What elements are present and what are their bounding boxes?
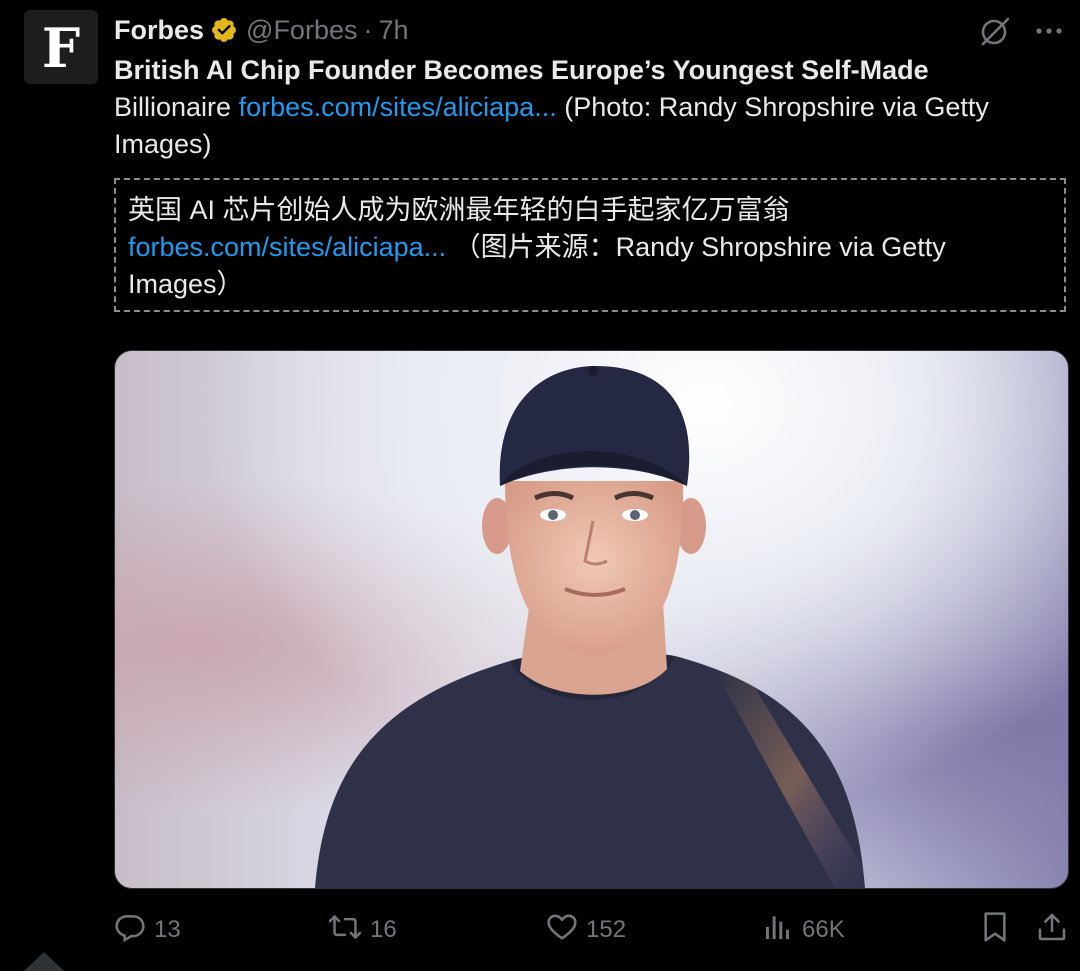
repost-button[interactable]: 16 <box>328 911 397 950</box>
tweet-link[interactable]: forbes.com/sites/aliciapa... <box>239 92 557 122</box>
more-horizontal-icon[interactable] <box>1034 16 1064 46</box>
handle[interactable]: @Forbes <box>246 15 357 46</box>
tweet-header: Forbes @Forbes · 7h <box>114 12 409 48</box>
translation-link[interactable]: forbes.com/sites/aliciapa... <box>128 232 446 262</box>
avatar[interactable]: F <box>24 10 98 84</box>
like-button[interactable]: 152 <box>546 911 626 950</box>
separator-dot: · <box>363 14 373 45</box>
heart-icon <box>546 911 578 950</box>
display-name[interactable]: Forbes <box>114 15 204 46</box>
bookmark-button[interactable] <box>980 911 1010 950</box>
views-count: 66K <box>802 916 845 943</box>
grok-icon[interactable] <box>978 14 1012 48</box>
like-count: 152 <box>586 916 627 943</box>
translation-box: 英国 AI 芯片创始人成为欧洲最年轻的白手起家亿万富翁 forbes.com/s… <box>114 178 1066 312</box>
tweet-photo[interactable] <box>114 350 1069 889</box>
reply-count: 13 <box>154 916 181 943</box>
tweet-text-part: Billionaire <box>114 92 239 122</box>
tweet-text: British AI Chip Founder Becomes Europe’s… <box>114 52 1054 163</box>
repost-icon <box>328 911 362 950</box>
views-chart-icon <box>762 911 794 950</box>
share-button[interactable] <box>1036 911 1068 950</box>
verified-badge-icon <box>210 16 238 44</box>
avatar-letter: F <box>41 16 81 80</box>
caret-up-icon <box>24 952 64 971</box>
bookmark-icon <box>980 911 1010 950</box>
tweet: F Forbes @Forbes · 7h British AI Chip Fo… <box>0 0 1080 971</box>
action-bar: 13 16 152 66K <box>114 906 1070 954</box>
views-button[interactable]: 66K <box>762 911 845 950</box>
portrait-illustration <box>315 366 875 888</box>
translation-text: 英国 AI 芯片创始人成为欧洲最年轻的白手起家亿万富翁 <box>128 195 790 225</box>
reply-icon <box>114 911 146 950</box>
share-icon <box>1036 911 1068 950</box>
timestamp[interactable]: 7h <box>378 15 408 46</box>
tweet-headline: British AI Chip Founder Becomes Europe’s… <box>114 55 929 85</box>
repost-count: 16 <box>370 916 397 943</box>
reply-button[interactable]: 13 <box>114 911 181 950</box>
header-actions <box>978 14 1064 48</box>
